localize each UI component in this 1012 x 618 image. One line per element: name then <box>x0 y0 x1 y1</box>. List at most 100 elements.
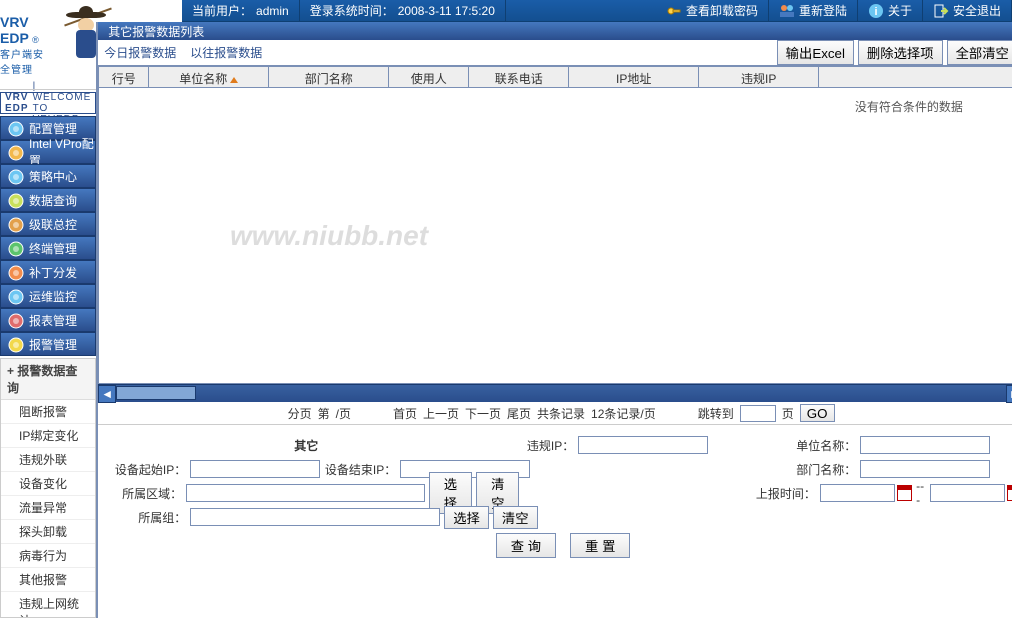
dev-start-ip-input[interactable] <box>190 460 320 478</box>
sub-nav-item[interactable]: 阻断报警 <box>1 400 95 424</box>
table-column-header[interactable]: 部门名称 <box>269 67 389 87</box>
sub-nav-item[interactable]: 探头卸载 <box>1 520 95 544</box>
pager-total-label: 共条记录 <box>537 405 585 422</box>
welcome-bar: VRV EDP | WELCOME TO VRVEDP <box>0 92 96 114</box>
about-button[interactable]: i 关于 <box>858 0 923 21</box>
pager-last-button[interactable]: 尾页 <box>507 405 531 422</box>
relogin-label: 重新登陆 <box>799 2 847 19</box>
nav-main-item-9[interactable]: 报警管理 <box>0 332 96 356</box>
nav-item-icon <box>7 336 25 354</box>
sub-nav-item[interactable]: 设备变化 <box>1 472 95 496</box>
violate-ip-label: 违规IP： <box>518 437 578 454</box>
dept-name-label: 部门名称： <box>530 461 860 478</box>
nav-item-label: 级联总控 <box>29 216 77 233</box>
svg-text:i: i <box>874 6 877 18</box>
group-label: 所属组： <box>98 509 190 526</box>
table-column-header[interactable]: IP地址 <box>569 67 699 87</box>
table-header: 行号单位名称部门名称使用人联系电话IP地址违规IP <box>98 66 1012 88</box>
exit-icon <box>933 3 949 19</box>
nav-main-item-5[interactable]: 终端管理 <box>0 236 96 260</box>
pager-prev-button[interactable]: 上一页 <box>423 405 459 422</box>
view-uninstall-password-label: 查看卸载密码 <box>686 2 758 19</box>
relogin-button[interactable]: 重新登陆 <box>769 0 858 21</box>
report-time-end-input[interactable] <box>930 484 1005 502</box>
table-column-header[interactable]: 行号 <box>99 67 149 87</box>
nav-item-label: 配置管理 <box>29 120 77 137</box>
scroll-thumb[interactable] <box>116 386 196 400</box>
logo-subtitle: 客户端安全管理 <box>0 46 55 76</box>
nav-main-item-2[interactable]: 策略中心 <box>0 164 96 188</box>
nav-item-icon <box>7 216 25 234</box>
table-column-header[interactable]: 使用人 <box>389 67 469 87</box>
search-button[interactable]: 查 询 <box>496 533 556 558</box>
pager-jump-input[interactable] <box>740 405 776 422</box>
violate-ip-input[interactable] <box>578 436 708 454</box>
group-select-button[interactable]: 选择 <box>444 506 489 529</box>
tab-today-alarms[interactable]: 今日报警数据 <box>104 44 176 61</box>
users-icon <box>779 3 795 19</box>
calendar-start-icon[interactable] <box>897 485 912 501</box>
area-input[interactable] <box>186 484 425 502</box>
nav-main-item-1[interactable]: Intel VPro配置 <box>0 140 96 164</box>
scroll-right-button[interactable]: ► <box>1006 385 1012 403</box>
header-spacer <box>506 0 656 21</box>
pager-go-button[interactable]: GO <box>800 404 835 422</box>
about-label: 关于 <box>888 2 912 19</box>
table-column-header[interactable]: 联系电话 <box>469 67 569 87</box>
view-uninstall-password-button[interactable]: 查看卸载密码 <box>656 0 769 21</box>
nav-item-icon <box>7 288 25 306</box>
sidebar: VRV EDP ® 客户端安全管理 VRV EDP | WELCOME TO V… <box>0 22 97 618</box>
tab-history-alarms[interactable]: 以往报警数据 <box>190 44 262 61</box>
scroll-left-button[interactable]: ◄ <box>98 385 116 403</box>
current-user-label: 当前用户： <box>192 2 252 19</box>
reset-button[interactable]: 重 置 <box>570 533 630 558</box>
nav-item-icon <box>7 168 25 186</box>
pager-first-button[interactable]: 首页 <box>393 405 417 422</box>
group-clear-button[interactable]: 清空 <box>493 506 538 529</box>
mascot-icon <box>61 10 97 80</box>
table-column-header[interactable]: 单位名称 <box>149 67 269 87</box>
sub-nav-item[interactable]: IP绑定变化 <box>1 424 95 448</box>
nav-main-item-7[interactable]: 运维监控 <box>0 284 96 308</box>
nav-main-item-3[interactable]: 数据查询 <box>0 188 96 212</box>
nav-item-icon <box>7 312 25 330</box>
export-excel-button[interactable]: 输出Excel <box>777 40 854 65</box>
date-separator: --- <box>916 479 927 507</box>
sort-asc-icon <box>230 77 238 83</box>
nav-main-item-4[interactable]: 级联总控 <box>0 212 96 236</box>
horizontal-scrollbar[interactable]: ◄ ► <box>98 384 1012 402</box>
pager-paging-label: 分页 <box>288 405 312 422</box>
sub-nav-item[interactable]: 违规外联 <box>1 448 95 472</box>
nav-main-item-6[interactable]: 补丁分发 <box>0 260 96 284</box>
sub-nav-item[interactable]: 违规上网统计 <box>1 592 95 618</box>
logo-reg-symbol: ® <box>32 35 39 45</box>
nav-group-alarm-query[interactable]: + 报警数据查询 <box>1 359 95 400</box>
login-time: 登录系统时间： 2008-3-11 17:5:20 <box>300 0 506 21</box>
delete-selected-button[interactable]: 删除选择项 <box>858 40 943 65</box>
group-input[interactable] <box>190 508 440 526</box>
nav-item-icon <box>7 240 25 258</box>
clear-all-button[interactable]: 全部清空 <box>947 40 1012 65</box>
table-column-header[interactable]: 违规IP <box>699 67 819 87</box>
sub-nav-item[interactable]: 流量异常 <box>1 496 95 520</box>
safe-exit-button[interactable]: 安全退出 <box>923 0 1012 21</box>
main-panel: 其它报警数据列表 今日报警数据 以往报警数据 输出Excel 删除选择项 全部清… <box>97 22 1012 618</box>
pager-per-page-label: 12条记录/页 <box>591 405 656 422</box>
pager-next-button[interactable]: 下一页 <box>465 405 501 422</box>
info-icon: i <box>868 3 884 19</box>
panel-toolbar: 今日报警数据 以往报警数据 输出Excel 删除选择项 全部清空 <box>98 40 1012 66</box>
nav-item-icon <box>7 264 25 282</box>
sub-nav-item[interactable]: 病毒行为 <box>1 544 95 568</box>
report-time-start-input[interactable] <box>820 484 895 502</box>
pager-jump-label: 跳转到 <box>698 405 734 422</box>
nav-main-item-8[interactable]: 报表管理 <box>0 308 96 332</box>
calendar-end-icon[interactable] <box>1007 485 1012 501</box>
pager-page-unit: 页 <box>782 405 794 422</box>
logo-brand: VRV EDP <box>0 14 29 46</box>
current-user-value: admin <box>256 4 289 18</box>
dept-name-input[interactable] <box>860 460 990 478</box>
pager: 分页 第/页 首页 上一页 下一页 尾页 共条记录 12条记录/页 跳转到 页 … <box>98 402 1012 424</box>
sub-nav-item[interactable]: 其他报警 <box>1 568 95 592</box>
top-header: 当前用户： admin 登录系统时间： 2008-3-11 17:5:20 查看… <box>182 0 1012 22</box>
unit-name-input[interactable] <box>860 436 990 454</box>
